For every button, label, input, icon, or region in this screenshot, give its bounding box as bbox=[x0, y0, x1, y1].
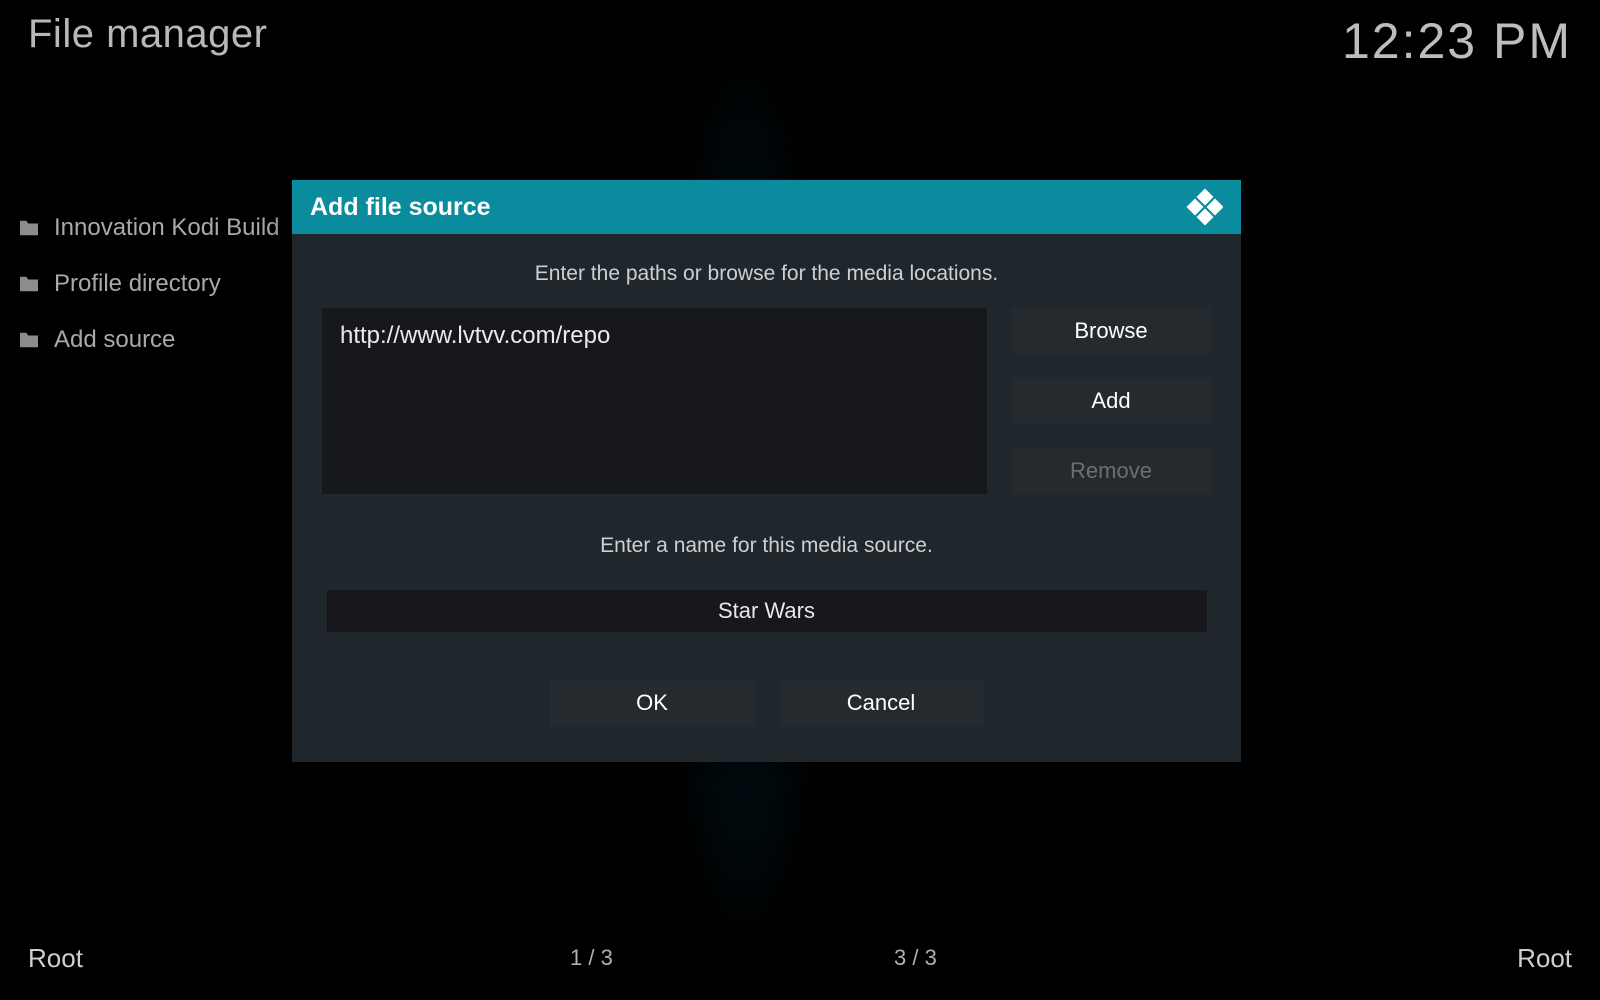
sidebar-item-profile[interactable]: Profile directory bbox=[18, 256, 318, 312]
source-name-input[interactable] bbox=[327, 590, 1207, 632]
page-title: File manager bbox=[28, 12, 267, 57]
sidebar-item-label: Profile directory bbox=[54, 270, 221, 298]
left-source-list: Innovation Kodi Build Profile directory … bbox=[18, 200, 318, 368]
folder-icon bbox=[18, 219, 40, 237]
footer-root-left: Root bbox=[28, 943, 83, 974]
clock: 12:23 PM bbox=[1342, 12, 1572, 70]
dialog-header: Add file source bbox=[292, 180, 1241, 234]
folder-icon bbox=[18, 275, 40, 293]
footer-root-right: Root bbox=[1517, 943, 1572, 974]
browse-button[interactable]: Browse bbox=[1011, 308, 1211, 354]
footer-count-right: 3 / 3 bbox=[894, 945, 937, 971]
path-input[interactable] bbox=[322, 308, 987, 494]
dialog-body: Enter the paths or browse for the media … bbox=[292, 234, 1241, 762]
footer-count-left: 1 / 3 bbox=[570, 945, 613, 971]
header: File manager 12:23 PM bbox=[0, 12, 1600, 70]
sidebar-item-add-source[interactable]: Add source bbox=[18, 312, 318, 368]
paths-hint: Enter the paths or browse for the media … bbox=[322, 244, 1211, 308]
remove-button: Remove bbox=[1011, 448, 1211, 494]
dialog-actions: OK Cancel bbox=[322, 680, 1211, 726]
sidebar-item-label: Innovation Kodi Build bbox=[54, 214, 280, 242]
ok-button[interactable]: OK bbox=[550, 680, 755, 726]
sidebar-item-label: Add source bbox=[54, 326, 175, 354]
cancel-button[interactable]: Cancel bbox=[779, 680, 984, 726]
paths-row: Browse Add Remove bbox=[322, 308, 1211, 494]
side-button-column: Browse Add Remove bbox=[1011, 308, 1211, 494]
footer: Root 1 / 3 3 / 3 Root bbox=[0, 928, 1600, 1000]
sidebar-item-innovation[interactable]: Innovation Kodi Build bbox=[18, 200, 318, 256]
name-hint: Enter a name for this media source. bbox=[322, 494, 1211, 580]
add-button[interactable]: Add bbox=[1011, 378, 1211, 424]
kodi-logo-icon bbox=[1183, 187, 1223, 227]
folder-icon bbox=[18, 331, 40, 349]
add-file-source-dialog: Add file source Enter the paths or brows… bbox=[292, 180, 1241, 762]
dialog-title: Add file source bbox=[310, 193, 491, 222]
